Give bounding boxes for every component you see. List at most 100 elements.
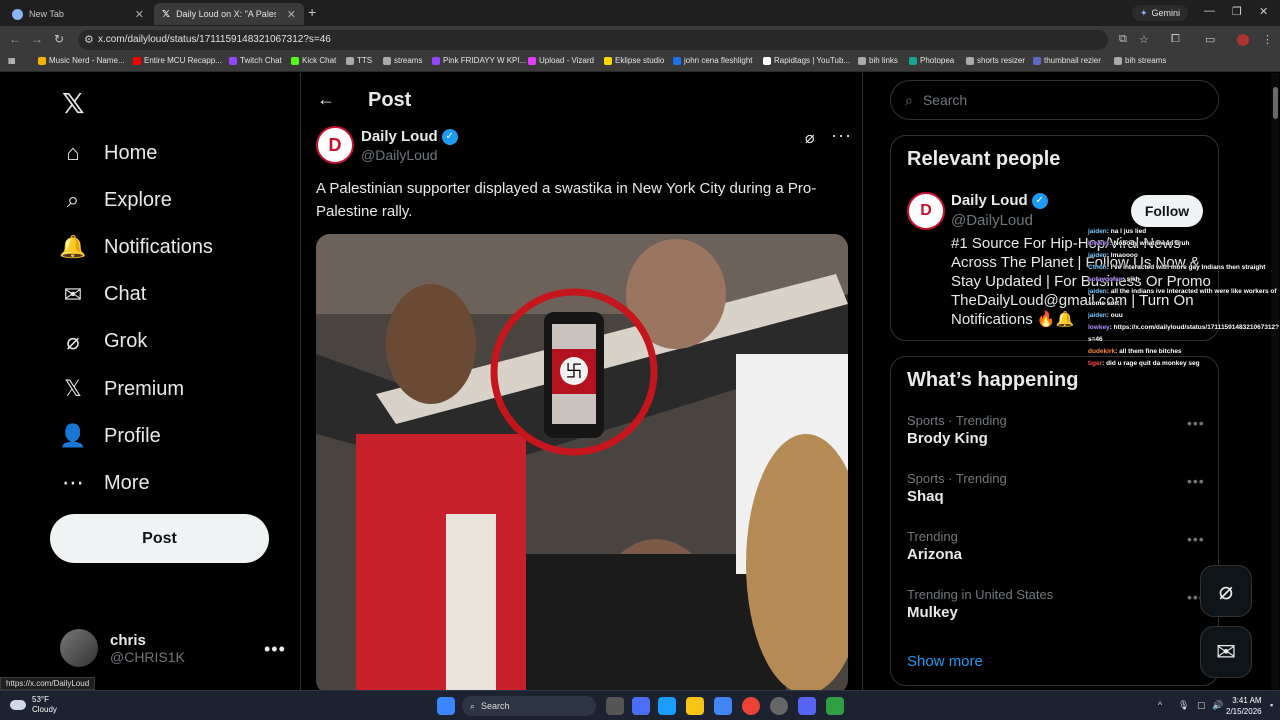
bookmark-item[interactable]: streams xyxy=(383,56,422,65)
x-logo-icon[interactable]: 𝕏 xyxy=(62,87,85,120)
search-placeholder: Search xyxy=(922,92,968,108)
close-tab-icon[interactable]: ✕ xyxy=(287,8,296,21)
bookmark-item[interactable]: bih links xyxy=(858,56,898,65)
sidepanel-icon[interactable]: ▭ xyxy=(1205,33,1215,46)
nav-item-notifications[interactable]: 🔔 Notifications xyxy=(59,227,213,267)
bookmark-item[interactable]: Entire MCU Recapp... xyxy=(133,56,222,65)
site-info-icon[interactable]: ⚙ xyxy=(84,33,94,46)
bookmark-item[interactable]: TTS xyxy=(346,56,372,65)
restore-icon[interactable]: ❐ xyxy=(1232,5,1242,18)
account-switcher[interactable]: chris @CHRIS1K xyxy=(60,629,185,667)
show-more-link[interactable]: Show more xyxy=(907,653,983,670)
author-handle[interactable]: @DailyLoud xyxy=(361,147,437,163)
bookmark-label: bih streams xyxy=(1125,56,1167,65)
more-dots-icon[interactable]: ··· xyxy=(831,125,852,146)
bookmark-item[interactable]: Pink FRIDAYY W KPI... xyxy=(432,56,526,65)
app-icon[interactable] xyxy=(826,697,844,715)
tab-new-tab[interactable]: New Tab ✕ xyxy=(4,3,152,25)
trend-item[interactable]: Trending Arizona xyxy=(907,529,962,563)
person-name-row[interactable]: Daily Loud ✓ xyxy=(951,192,1048,209)
volume-icon[interactable]: 🔊 xyxy=(1212,700,1223,711)
grok-icon[interactable]: ⌀ xyxy=(805,128,815,148)
task-view-icon[interactable] xyxy=(606,697,624,715)
bookmark-item[interactable]: Upload - Vizard xyxy=(528,56,594,65)
scrollbar[interactable] xyxy=(1271,73,1279,690)
more-dots-icon[interactable]: ••• xyxy=(264,639,286,660)
more-dots-icon[interactable]: ••• xyxy=(1187,415,1205,431)
back-nav-icon[interactable]: ← xyxy=(9,32,21,46)
person-icon: 👤 xyxy=(59,423,87,449)
bookmark-item[interactable]: Photopea xyxy=(909,56,954,65)
file-explorer-icon[interactable] xyxy=(686,697,704,715)
forward-nav-icon[interactable]: → xyxy=(31,32,43,46)
tab-daily-loud[interactable]: 𝕏 Daily Loud on X: "A Palestinian ✕ xyxy=(154,3,304,25)
bookmark-item[interactable]: Music Nerd - Name... xyxy=(38,56,125,65)
trend-item[interactable]: Trending in United States Mulkey xyxy=(907,587,1053,621)
nav-item-label: Home xyxy=(104,141,158,164)
trend-item[interactable]: Sports · Trending Brody King xyxy=(907,413,1007,447)
chrome-icon[interactable] xyxy=(742,697,760,715)
taskbar-search-label: Search xyxy=(481,701,510,711)
author-avatar[interactable]: D xyxy=(316,126,354,164)
url-input[interactable]: x.com/dailyloud/status/17111591483210673… xyxy=(78,30,1108,50)
clock[interactable]: 3:41 AM 2/15/2026 xyxy=(1226,695,1262,717)
edge-icon[interactable] xyxy=(658,697,676,715)
back-arrow-icon[interactable]: ← xyxy=(317,89,335,110)
person-avatar[interactable]: D xyxy=(907,192,945,230)
mail-icon[interactable]: ✉ xyxy=(1200,626,1252,678)
person-handle[interactable]: @DailyLoud xyxy=(951,212,1033,229)
minimize-icon[interactable]: — xyxy=(1204,5,1215,17)
nav-item-profile[interactable]: 👤 Profile xyxy=(59,416,160,456)
grok-icon[interactable]: ⌀ xyxy=(1200,565,1252,617)
search-input[interactable]: ⌕ Search xyxy=(890,80,1219,120)
bookmark-item[interactable]: Twitch Chat xyxy=(229,56,282,65)
close-tab-icon[interactable]: ✕ xyxy=(135,8,144,21)
scrollbar-thumb[interactable] xyxy=(1273,87,1278,119)
post-image[interactable]: 卐 xyxy=(316,234,848,690)
more-dots-icon[interactable]: ••• xyxy=(1187,531,1205,547)
mic-icon[interactable]: 🎙 xyxy=(1178,700,1189,711)
apps-icon[interactable]: ▦ xyxy=(8,56,16,65)
close-window-icon[interactable]: ✕ xyxy=(1259,5,1268,18)
network-icon[interactable]: ▢ xyxy=(1197,700,1206,711)
bookmark-item[interactable]: Rapidtags | YouTub... xyxy=(763,56,850,65)
taskbar-search[interactable]: ⌕ Search xyxy=(462,696,596,716)
discord-icon[interactable] xyxy=(798,697,816,715)
install-icon[interactable]: ⧉ xyxy=(1119,33,1127,46)
obs-icon[interactable] xyxy=(770,697,788,715)
author-name-row[interactable]: Daily Loud ✓ xyxy=(361,128,458,145)
notification-icon[interactable]: ▪ xyxy=(1270,700,1273,710)
new-tab-button[interactable]: + xyxy=(308,4,316,20)
windows-start-icon[interactable] xyxy=(437,697,455,715)
post-button[interactable]: Post xyxy=(50,514,269,563)
nav-item-home[interactable]: ⌂ Home xyxy=(60,133,157,173)
nav-item-premium[interactable]: 𝕏 Premium xyxy=(60,369,184,409)
bookmark-item[interactable]: shorts resizer xyxy=(966,56,1025,65)
store-icon[interactable] xyxy=(714,697,732,715)
trend-item[interactable]: Sports · Trending Shaq xyxy=(907,471,1007,505)
bookmark-star-icon[interactable]: ☆ xyxy=(1139,33,1149,46)
menu-icon[interactable]: ⋮ xyxy=(1262,33,1273,46)
bookmark-favicon-icon xyxy=(528,56,536,65)
copilot-icon[interactable] xyxy=(632,697,650,715)
bookmark-favicon-icon xyxy=(966,56,974,65)
bookmark-item[interactable]: bih streams xyxy=(1114,56,1166,65)
nav-item-explore[interactable]: ⌕ Explore xyxy=(60,180,172,220)
weather-widget[interactable]: 53°F Cloudy xyxy=(10,695,57,715)
trend-name: Brody King xyxy=(907,430,988,447)
nav-item-more[interactable]: ⋯ More xyxy=(60,463,150,503)
follow-button[interactable]: Follow xyxy=(1131,195,1203,227)
tray-chevron-icon[interactable]: ^ xyxy=(1158,700,1162,710)
search-icon: ⌕ xyxy=(905,91,913,108)
extensions-icon[interactable]: ⧠ xyxy=(1171,33,1180,46)
nav-item-chat[interactable]: ✉ Chat xyxy=(60,275,146,315)
bookmark-item[interactable]: Eklipse studio xyxy=(604,56,664,65)
more-dots-icon[interactable]: ••• xyxy=(1187,473,1205,489)
reload-icon[interactable]: ↻ xyxy=(54,32,64,46)
bookmark-item[interactable]: Kick Chat xyxy=(291,56,336,65)
bookmark-item[interactable]: thumbnail rezier xyxy=(1033,56,1101,65)
nav-item-grok[interactable]: ⌀ Grok xyxy=(60,322,147,362)
gemini-button[interactable]: ✦ Gemini xyxy=(1132,5,1189,21)
bookmark-item[interactable]: john cena fleshlight xyxy=(673,56,753,65)
profile-avatar[interactable] xyxy=(1237,34,1249,46)
